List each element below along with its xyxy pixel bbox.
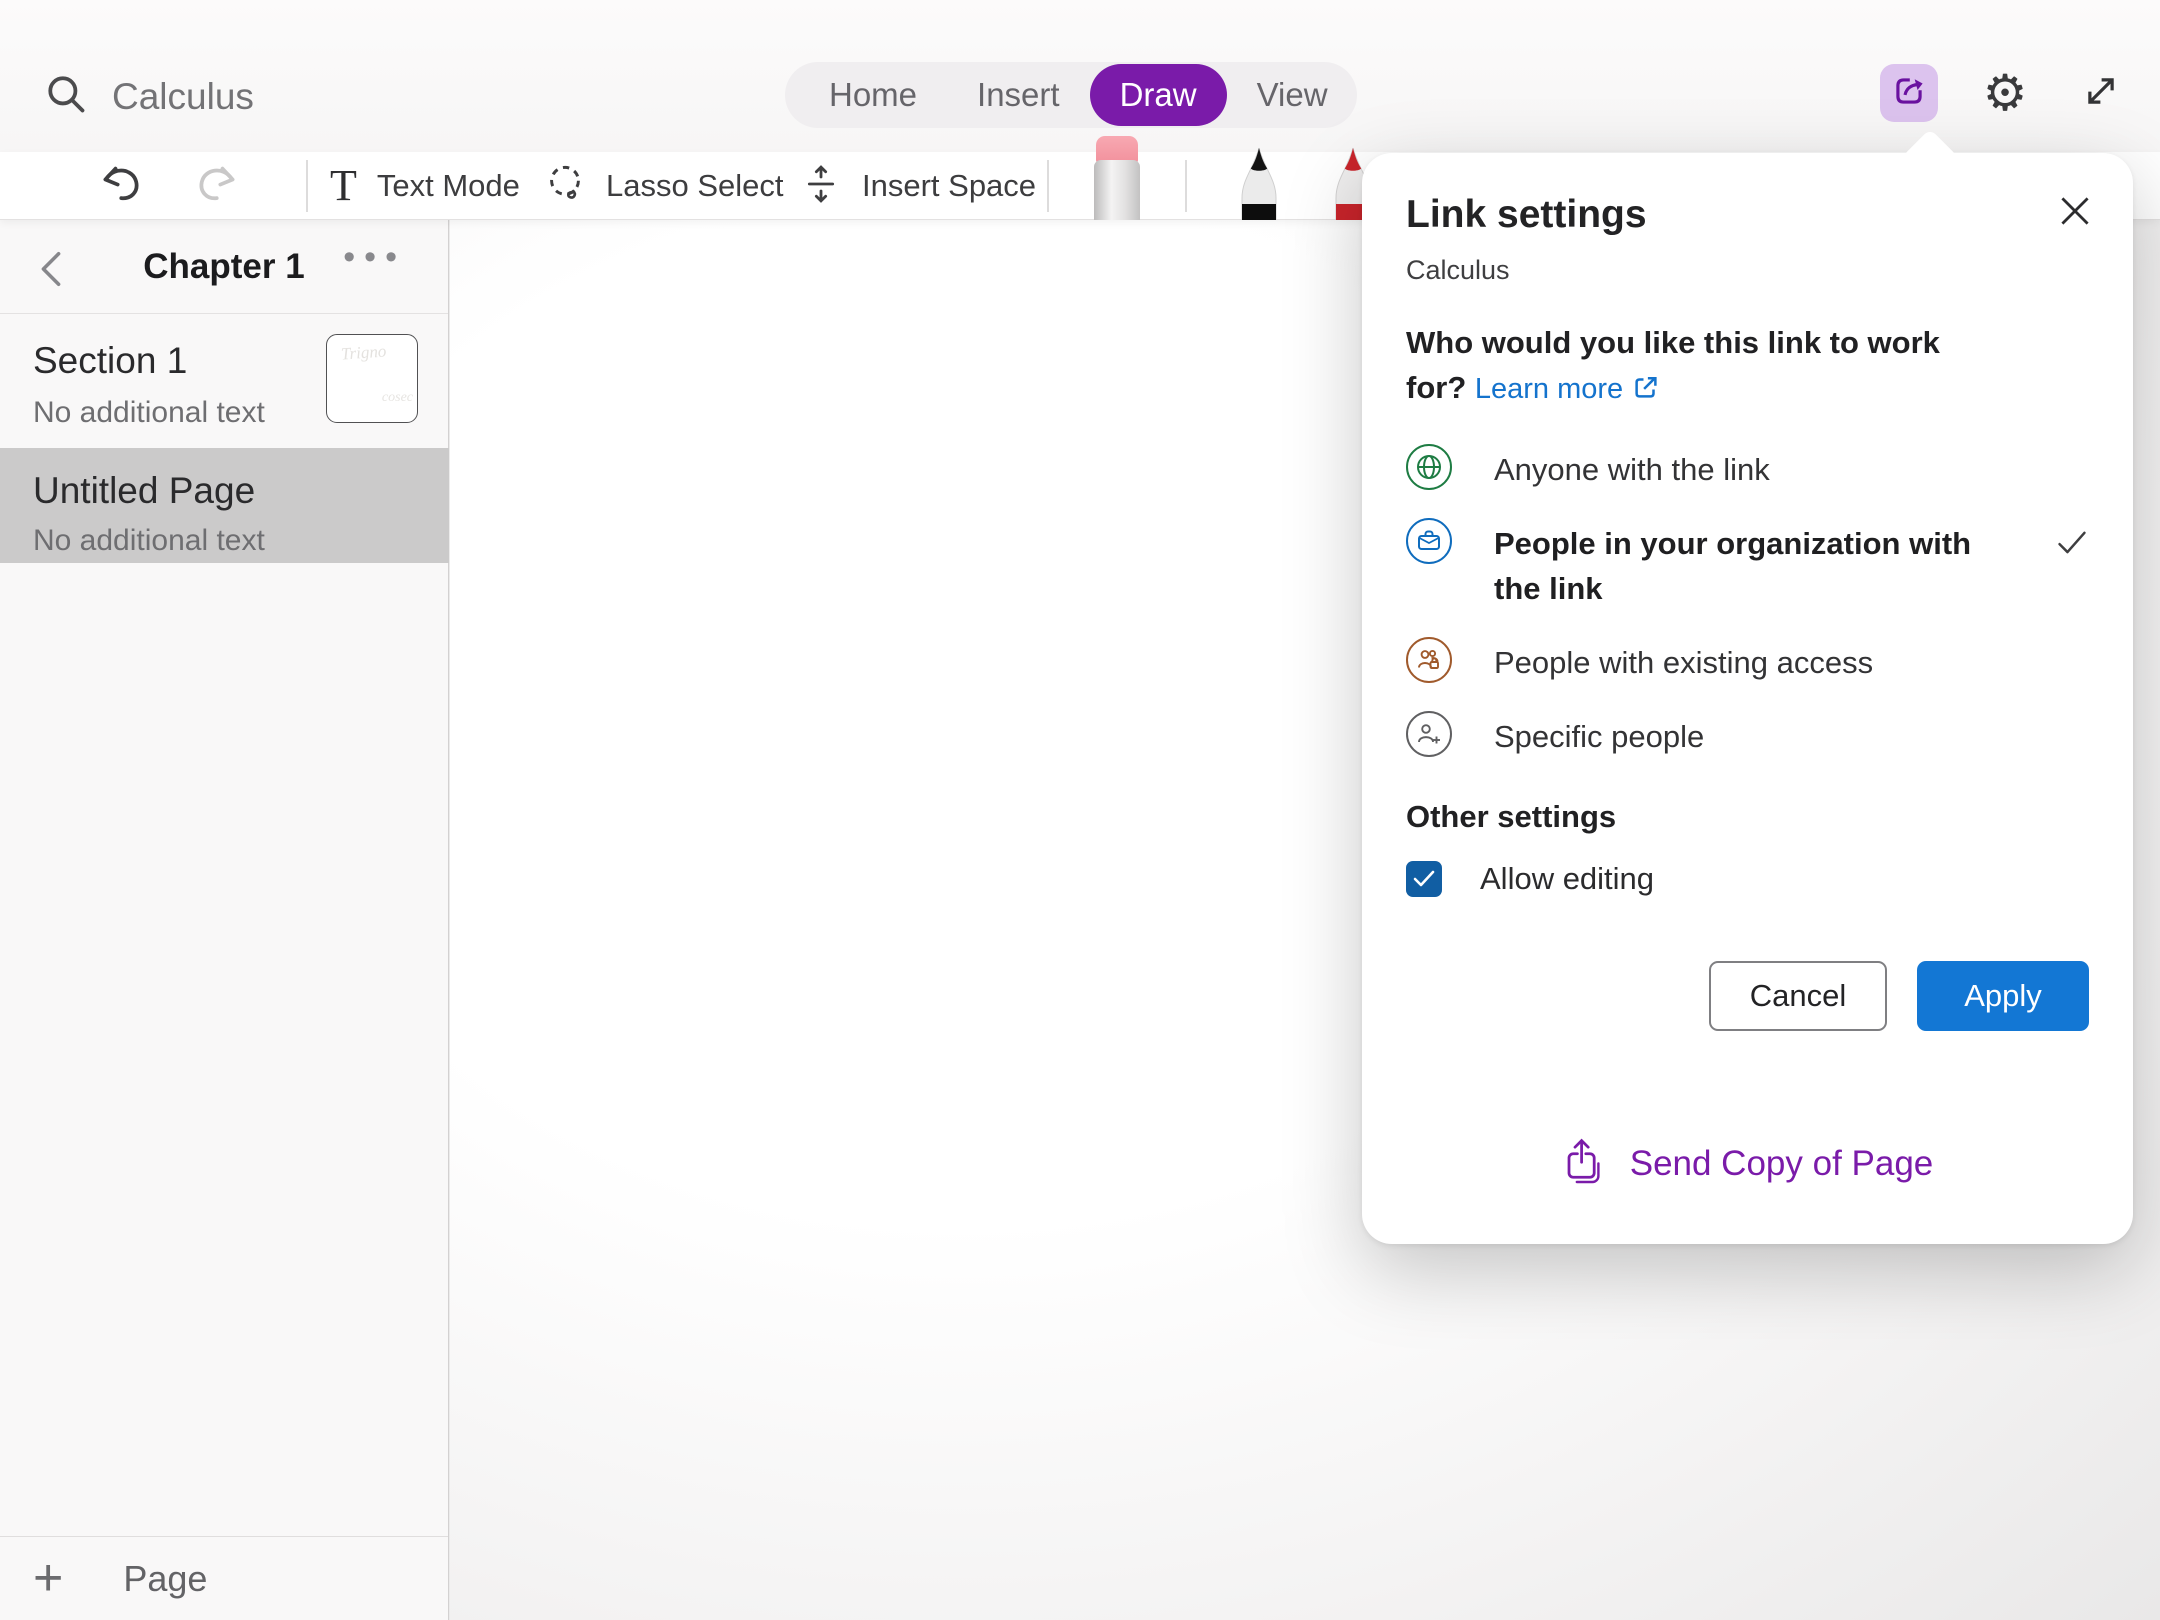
option-existing-access[interactable]: People with existing access [1406,637,2089,685]
more-options-icon[interactable]: ••• [343,238,406,277]
sidebar-footer: + Page [0,1536,448,1620]
tab-draw[interactable]: Draw [1090,64,1227,126]
link-settings-popover: Link settings Calculus Who would you lik… [1362,153,2133,1244]
send-copy-label: Send Copy of Page [1630,1144,1934,1184]
send-copy-button[interactable]: Send Copy of Page [1406,1137,2089,1196]
learn-more-link[interactable]: Learn more [1475,373,1623,405]
search-icon [44,72,88,121]
other-settings-heading: Other settings [1406,799,2089,835]
page-list-sidebar: Chapter 1 ••• Section 1 No additional te… [0,220,449,1620]
share-up-icon [1562,1137,1606,1190]
allow-editing-checkbox[interactable] [1406,861,1442,897]
people-lock-icon [1406,637,1452,683]
link-audience-options: Anyone with the link People in your orga… [1406,444,2089,759]
fullscreen-button[interactable] [2072,64,2130,122]
page-subtitle: No additional text [33,396,265,430]
add-page-button[interactable]: Page [123,1558,207,1600]
check-icon [1412,869,1436,889]
black-pen-tool[interactable] [1232,146,1286,225]
page-list-item-section1[interactable]: Section 1 No additional text Trigno cose… [0,314,449,444]
top-header: Calculus Home Insert Draw View ⚙ [0,0,2160,152]
popover-actions: Cancel Apply [1406,961,2089,1031]
notebook-search[interactable]: Calculus [44,72,254,121]
undo-icon [96,160,148,212]
lasso-select-button[interactable]: Lasso Select [542,152,784,220]
option-label: People in your organization with the lin… [1494,518,2019,611]
toolbar-divider [1185,160,1187,212]
tab-view[interactable]: View [1227,64,1358,126]
allow-editing-row[interactable]: Allow editing [1406,861,2089,897]
apply-button[interactable]: Apply [1917,961,2089,1031]
link-audience-question: Who would you like this link to work for… [1406,320,2006,414]
black-pen-icon [1232,146,1286,220]
undo-button[interactable] [96,152,148,220]
insert-space-button[interactable]: Insert Space [800,152,1036,220]
option-specific-people[interactable]: Specific people [1406,711,2089,759]
insert-space-icon [800,161,842,212]
ribbon-tabbar: Home Insert Draw View [785,62,1357,128]
option-label: People with existing access [1494,637,1873,685]
globe-icon [1406,444,1452,490]
page-list-item-untitled-selected[interactable]: Untitled Page No additional text [0,448,449,563]
plus-icon: + [33,1558,63,1600]
text-mode-button[interactable]: T Text Mode [330,152,520,220]
redo-button[interactable] [190,152,242,220]
top-actions: ⚙ [1880,64,2130,122]
page-title: Section 1 [33,340,187,382]
expand-icon [2080,70,2122,117]
popover-title: Link settings [1406,193,2089,237]
briefcase-icon [1406,518,1452,564]
tab-insert[interactable]: Insert [947,64,1090,126]
person-add-icon [1406,711,1452,757]
cancel-button[interactable]: Cancel [1709,961,1887,1031]
allow-editing-label: Allow editing [1480,861,1654,897]
popover-subtitle: Calculus [1406,255,2089,286]
page-subtitle: No additional text [33,524,265,558]
option-people-in-org[interactable]: People in your organization with the lin… [1406,518,2089,611]
page-thumbnail: Trigno cosec [326,334,418,423]
gear-icon: ⚙ [1983,68,2028,118]
text-mode-label: Text Mode [377,168,520,204]
share-button[interactable] [1880,64,1938,122]
option-label: Specific people [1494,711,1704,759]
close-icon [2054,190,2096,232]
share-icon [1890,72,1928,115]
toolbar-divider [306,160,308,212]
option-label: Anyone with the link [1494,444,1770,492]
eraser-tool[interactable] [1094,136,1140,220]
search-label: Calculus [112,76,254,118]
insert-space-label: Insert Space [862,168,1036,204]
page-title: Untitled Page [33,470,255,512]
lasso-icon [542,161,588,212]
lasso-select-label: Lasso Select [606,168,784,204]
settings-button[interactable]: ⚙ [1976,64,2034,122]
selected-check-icon [2055,528,2089,563]
tab-home[interactable]: Home [799,64,947,126]
text-mode-icon: T [330,164,357,208]
redo-icon [190,160,242,212]
external-link-icon [1631,369,1661,414]
toolbar-divider [1047,160,1049,212]
close-button[interactable] [2051,187,2099,235]
option-anyone-with-link[interactable]: Anyone with the link [1406,444,2089,492]
sidebar-header: Chapter 1 ••• [0,220,448,314]
